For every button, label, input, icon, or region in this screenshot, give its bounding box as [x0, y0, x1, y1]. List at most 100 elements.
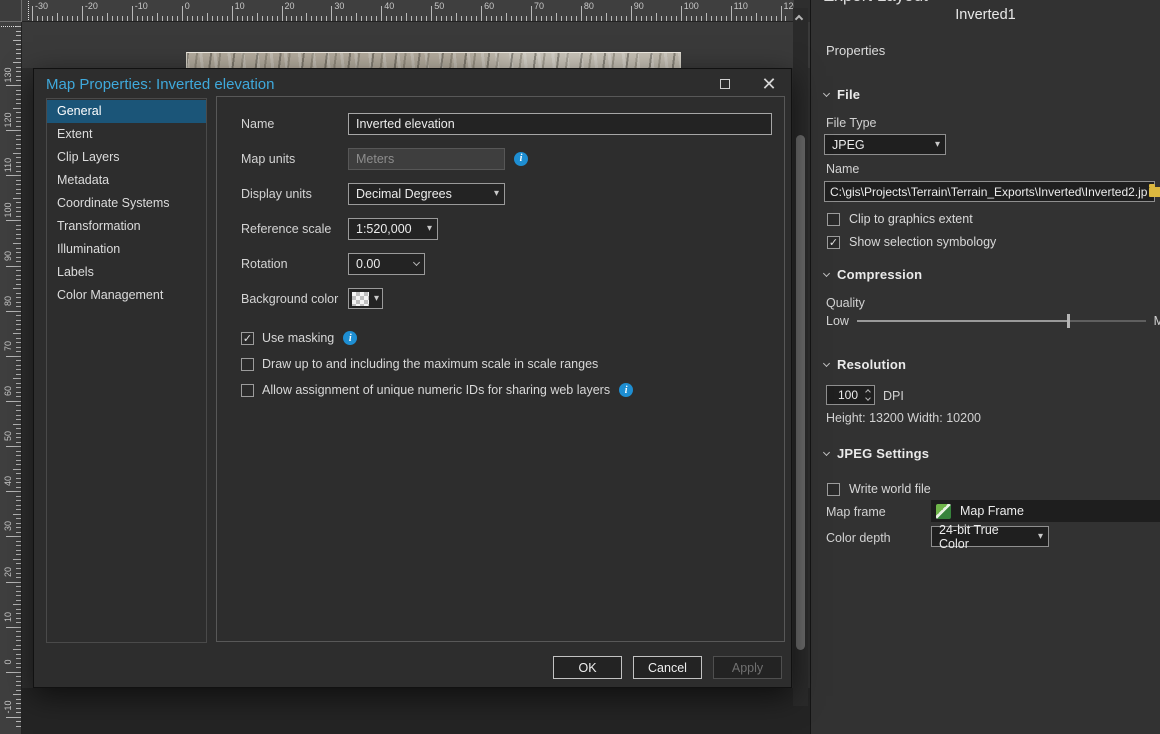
compression-section-header[interactable]: Compression	[824, 267, 922, 282]
ruler-minor-tick	[167, 16, 168, 21]
ruler-minor-tick	[536, 16, 537, 21]
dialog-titlebar[interactable]: Map Properties: Inverted elevation ✕	[34, 69, 791, 99]
ruler-minor-tick	[696, 16, 697, 21]
sidebar-item-color-management[interactable]: Color Management	[47, 284, 206, 307]
background-color-label: Background color	[241, 292, 348, 306]
name-label: Name	[241, 117, 348, 131]
ruler-minor-tick	[102, 16, 103, 21]
ruler-origin-marker	[28, 1, 29, 20]
ruler-minor-tick	[13, 604, 21, 605]
ruler-minor-tick	[16, 270, 21, 271]
ruler-minor-tick	[13, 424, 21, 425]
ruler-minor-tick	[586, 16, 587, 21]
ruler-minor-tick	[112, 16, 113, 21]
ruler-minor-tick	[16, 90, 21, 91]
name-input[interactable]: Inverted elevation	[348, 113, 772, 135]
map-frame-label: Map frame	[826, 505, 886, 519]
ruler-minor-tick	[13, 559, 21, 560]
browse-folder-icon[interactable]	[1149, 187, 1160, 197]
clip-graphics-checkbox[interactable]: ✓	[827, 213, 840, 226]
resolution-section-header[interactable]: Resolution	[824, 357, 906, 372]
ruler-minor-tick	[711, 16, 712, 21]
rotation-label: Rotation	[241, 257, 348, 271]
spinner-down-icon[interactable]	[865, 395, 871, 401]
scrollbar-thumb[interactable]	[796, 135, 805, 650]
ruler-minor-tick	[521, 16, 522, 21]
reference-scale-dropdown[interactable]: 1:520,000 ▾	[348, 218, 438, 240]
ruler-minor-tick	[16, 500, 21, 501]
slider-low-label: Low	[826, 314, 849, 328]
unique-ids-checkbox[interactable]: ✓	[241, 384, 254, 397]
ruler-minor-tick	[16, 442, 21, 443]
ruler-minor-tick	[16, 234, 21, 235]
ruler-minor-tick	[16, 180, 21, 181]
chevron-down-icon: ▾	[929, 139, 940, 150]
background-color-picker[interactable]: ▾	[348, 288, 383, 309]
ruler-minor-tick	[661, 16, 662, 21]
rotation-combobox[interactable]: 0.00	[348, 253, 425, 275]
ruler-minor-tick	[192, 16, 193, 21]
file-section-header[interactable]: File	[824, 87, 860, 102]
dpi-spinner[interactable]: 100	[826, 385, 875, 405]
properties-heading: Properties	[826, 43, 885, 58]
sidebar-item-coordinate-systems[interactable]: Coordinate Systems	[47, 192, 206, 215]
ruler-label: 20	[285, 1, 295, 11]
selection-symbology-checkbox[interactable]: ✓	[827, 236, 840, 249]
ruler-minor-tick	[13, 243, 21, 244]
ruler-minor-tick	[16, 207, 21, 208]
quality-slider[interactable]	[857, 320, 1146, 322]
info-icon[interactable]: i	[343, 331, 357, 345]
ruler-minor-tick	[291, 16, 292, 21]
ruler-minor-tick	[16, 80, 21, 81]
ok-button[interactable]: OK	[553, 656, 622, 679]
ruler-minor-tick	[16, 685, 21, 686]
sidebar-item-labels[interactable]: Labels	[47, 261, 206, 284]
canvas-vertical-scrollbar[interactable]	[793, 8, 808, 706]
ruler-minor-tick	[16, 49, 21, 50]
sidebar-item-illumination[interactable]: Illumination	[47, 238, 206, 261]
sidebar-item-general[interactable]: General	[47, 100, 206, 123]
sidebar-item-clip-layers[interactable]: Clip Layers	[47, 146, 206, 169]
file-type-dropdown[interactable]: JPEG ▾	[824, 134, 946, 155]
cancel-button[interactable]: Cancel	[633, 656, 702, 679]
ruler-minor-tick	[16, 171, 21, 172]
dpi-value: 100	[827, 386, 858, 404]
color-depth-dropdown[interactable]: 24-bit True Color ▾	[931, 526, 1049, 547]
ruler-minor-tick	[641, 16, 642, 21]
scroll-up-icon[interactable]	[795, 15, 803, 23]
write-world-file-checkbox[interactable]: ✓	[827, 483, 840, 496]
ruler-minor-tick	[571, 16, 572, 21]
ruler-minor-tick	[16, 613, 21, 614]
write-world-file-row: ✓ Write world file	[827, 479, 931, 499]
ruler-minor-tick	[16, 577, 21, 578]
ruler-minor-tick	[16, 252, 21, 253]
info-icon[interactable]: i	[514, 152, 528, 166]
maximize-button[interactable]	[703, 70, 747, 98]
close-button[interactable]: ✕	[747, 70, 791, 98]
ruler-minor-tick	[16, 369, 21, 370]
sidebar-item-metadata[interactable]: Metadata	[47, 169, 206, 192]
file-path-input[interactable]: C:\gis\Projects\Terrain\Terrain_Exports\…	[824, 181, 1155, 202]
ruler-major-tick	[431, 6, 432, 21]
display-units-dropdown[interactable]: Decimal Degrees ▾	[348, 183, 505, 205]
chevron-down-icon	[823, 269, 830, 276]
jpeg-settings-section-header[interactable]: JPEG Settings	[824, 446, 929, 461]
ruler-minor-tick	[16, 166, 21, 167]
ruler-minor-tick	[16, 573, 21, 574]
ruler-minor-tick	[416, 16, 417, 21]
ruler-minor-tick	[107, 13, 108, 21]
ruler-minor-tick	[441, 16, 442, 21]
spinner-up-icon[interactable]	[865, 389, 871, 395]
map-frame-dropdown[interactable]: Map Frame	[931, 500, 1160, 522]
ruler-minor-tick	[16, 545, 21, 546]
ruler-minor-tick	[16, 342, 21, 343]
ruler-minor-tick	[16, 428, 21, 429]
sidebar-item-extent[interactable]: Extent	[47, 123, 206, 146]
ruler-minor-tick	[511, 16, 512, 21]
slider-handle[interactable]	[1067, 314, 1070, 328]
info-icon[interactable]: i	[619, 383, 633, 397]
layout-canvas: -30-20-100102030405060708090100110120 13…	[0, 0, 810, 734]
sidebar-item-transformation[interactable]: Transformation	[47, 215, 206, 238]
use-masking-checkbox[interactable]: ✓	[241, 332, 254, 345]
draw-max-scale-checkbox[interactable]: ✓	[241, 358, 254, 371]
